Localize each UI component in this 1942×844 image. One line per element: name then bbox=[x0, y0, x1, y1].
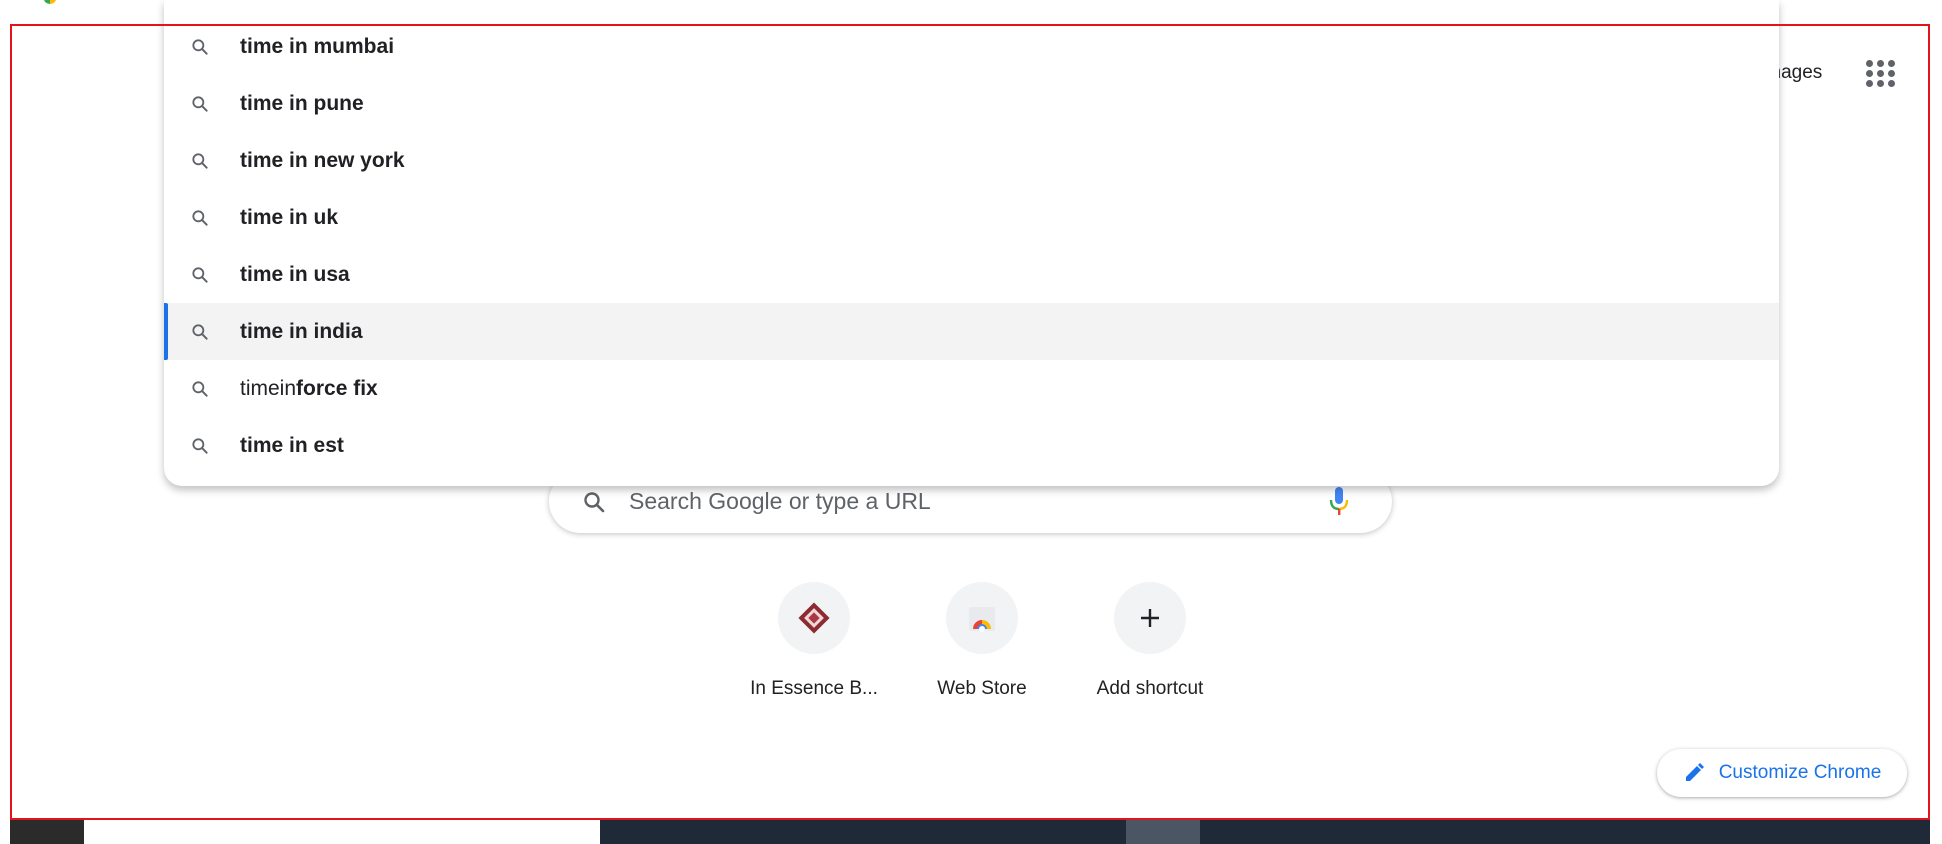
suggestion-item[interactable]: time in mumbai bbox=[164, 18, 1779, 75]
plus-icon bbox=[1114, 582, 1186, 654]
suggestion-item[interactable]: timeinforce fix bbox=[164, 360, 1779, 417]
suggestion-text: time in est bbox=[240, 433, 344, 457]
chrome-favicon-icon bbox=[44, 0, 56, 4]
taskbar-remnant bbox=[10, 820, 1930, 844]
taskbar-segment bbox=[84, 820, 600, 844]
new-tab-page: Images Search Google or type a URL In Es… bbox=[0, 0, 1942, 844]
suggestion-item-selected[interactable]: time in india bbox=[164, 303, 1779, 360]
search-icon bbox=[581, 489, 607, 515]
in-essence-favicon bbox=[778, 582, 850, 654]
microphone-icon[interactable] bbox=[1324, 484, 1354, 520]
taskbar-segment bbox=[1126, 820, 1200, 844]
suggestion-item[interactable]: time in usa bbox=[164, 246, 1779, 303]
search-icon bbox=[188, 149, 212, 173]
shortcut-web-store[interactable]: Web Store bbox=[898, 582, 1066, 700]
web-store-icon bbox=[946, 582, 1018, 654]
suggestion-text: time in pune bbox=[240, 91, 364, 115]
shortcut-label: Add shortcut bbox=[1096, 678, 1204, 699]
search-icon bbox=[188, 320, 212, 344]
search-icon bbox=[188, 35, 212, 59]
shortcuts-row: In Essence B... Web Store Add shortcut bbox=[730, 582, 1234, 700]
search-icon bbox=[188, 434, 212, 458]
search-icon bbox=[188, 263, 212, 287]
suggestion-text: time in india bbox=[240, 319, 363, 343]
suggestion-text: timeinforce fix bbox=[240, 376, 378, 400]
suggestion-item[interactable]: time in new york bbox=[164, 132, 1779, 189]
suggestion-text: time in mumbai bbox=[240, 34, 395, 58]
apps-grid-icon[interactable] bbox=[1862, 56, 1896, 90]
shortcut-in-essence[interactable]: In Essence B... bbox=[730, 582, 898, 700]
suggestion-text: time in uk bbox=[240, 205, 339, 229]
suggestion-item[interactable]: time in pune bbox=[164, 75, 1779, 132]
suggestion-text: time in new york bbox=[240, 148, 405, 172]
autocomplete-dropdown: time in mumbai time in pune time in new … bbox=[164, 0, 1779, 486]
search-icon bbox=[188, 206, 212, 230]
add-shortcut-button[interactable]: Add shortcut bbox=[1066, 582, 1234, 700]
customize-chrome-button[interactable]: Customize Chrome bbox=[1657, 749, 1907, 797]
suggestion-item[interactable]: time in uk bbox=[164, 189, 1779, 246]
suggestion-item[interactable]: time in est bbox=[164, 417, 1779, 474]
search-icon bbox=[188, 377, 212, 401]
tab-strip-remnant bbox=[30, 0, 150, 8]
taskbar-segment bbox=[10, 820, 84, 844]
shortcut-label: Web Store bbox=[937, 678, 1027, 699]
pencil-icon bbox=[1683, 762, 1705, 784]
suggestion-text: time in usa bbox=[240, 262, 350, 286]
customize-chrome-label: Customize Chrome bbox=[1718, 762, 1882, 783]
search-input[interactable]: Search Google or type a URL bbox=[629, 488, 1324, 515]
shortcut-label: In Essence B... bbox=[750, 678, 878, 699]
search-icon bbox=[188, 92, 212, 116]
